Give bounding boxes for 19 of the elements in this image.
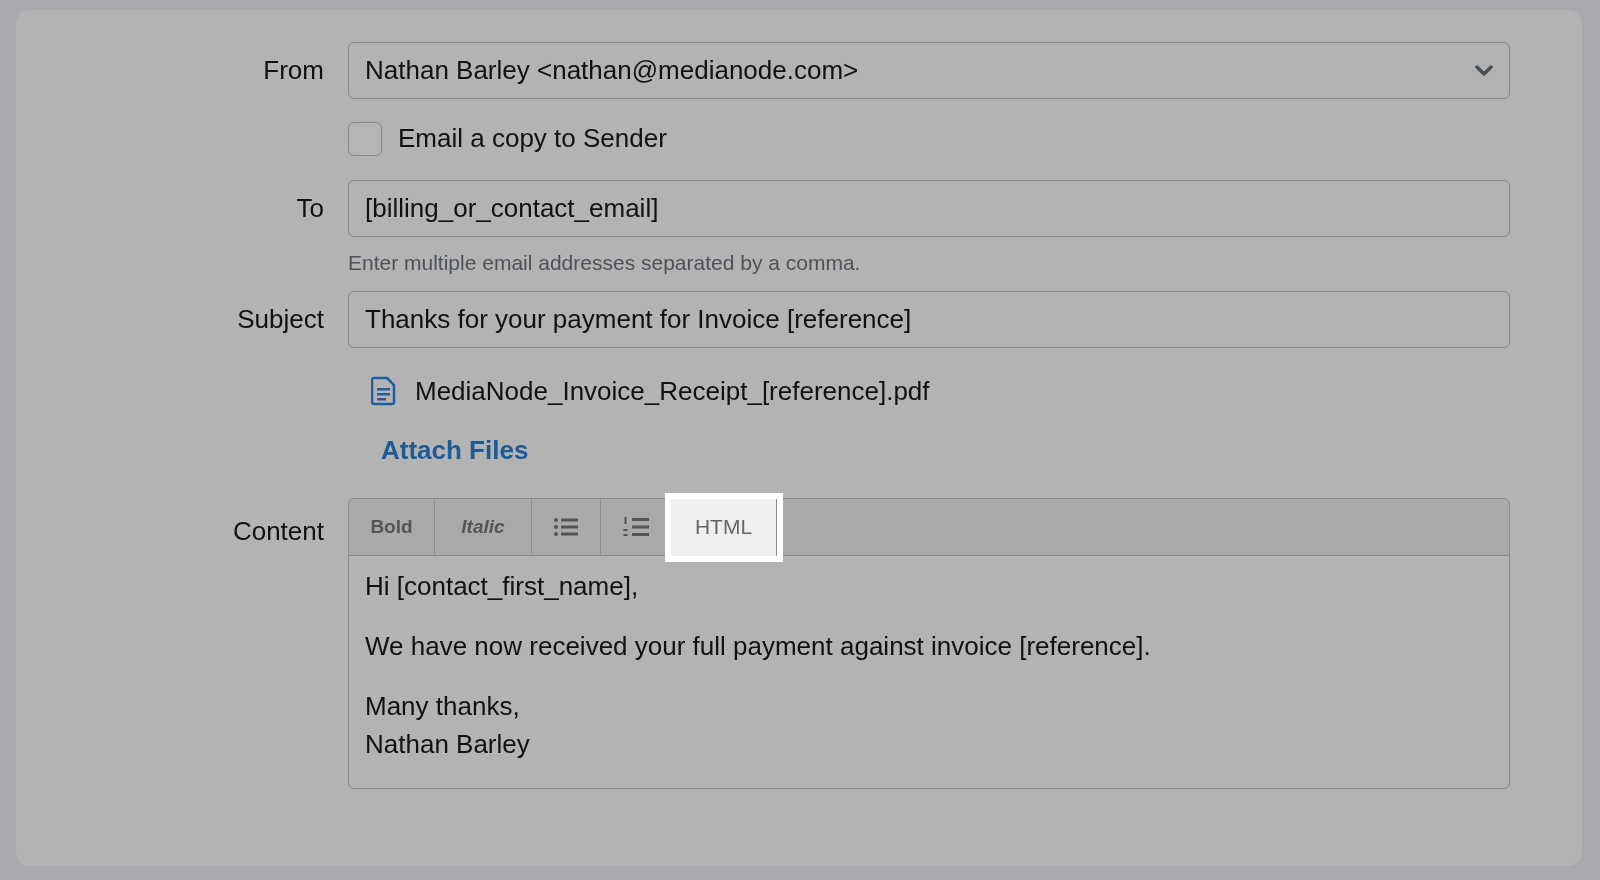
field-label: To xyxy=(296,192,324,225)
to-field[interactable]: [billing_or_contact_email] xyxy=(348,180,1510,237)
field-label: Subject xyxy=(237,302,324,336)
body-text: Hi [contact_first_name], xyxy=(365,569,640,602)
field-label: From xyxy=(263,54,324,87)
subject-field[interactable]: Thanks for your payment for Invoice [reference] xyxy=(348,290,1510,348)
field-label: Content xyxy=(232,514,324,548)
body-text: Many thanks, xyxy=(365,689,521,722)
body-text: We have now received your full payment against invoice [reference]. xyxy=(365,629,1152,662)
body-text: Nathan Barley xyxy=(365,727,531,760)
copy-checkbox[interactable] xyxy=(348,121,382,156)
from-select[interactable]: Nathan Barley <nathan@medianode.com> xyxy=(348,42,1510,99)
numbered-list-icon xyxy=(622,516,649,538)
chevron-down-icon xyxy=(1475,64,1493,77)
bulleted-list-icon xyxy=(554,517,578,537)
hint-text: Enter multiple email addresses separated by a comma. xyxy=(348,250,861,276)
document-icon xyxy=(371,376,397,406)
checkbox-label: Email a copy to Sender xyxy=(398,122,667,155)
attachment-link[interactable]: MediaNode_Invoice_Receipt_[reference].pdf xyxy=(415,371,930,411)
